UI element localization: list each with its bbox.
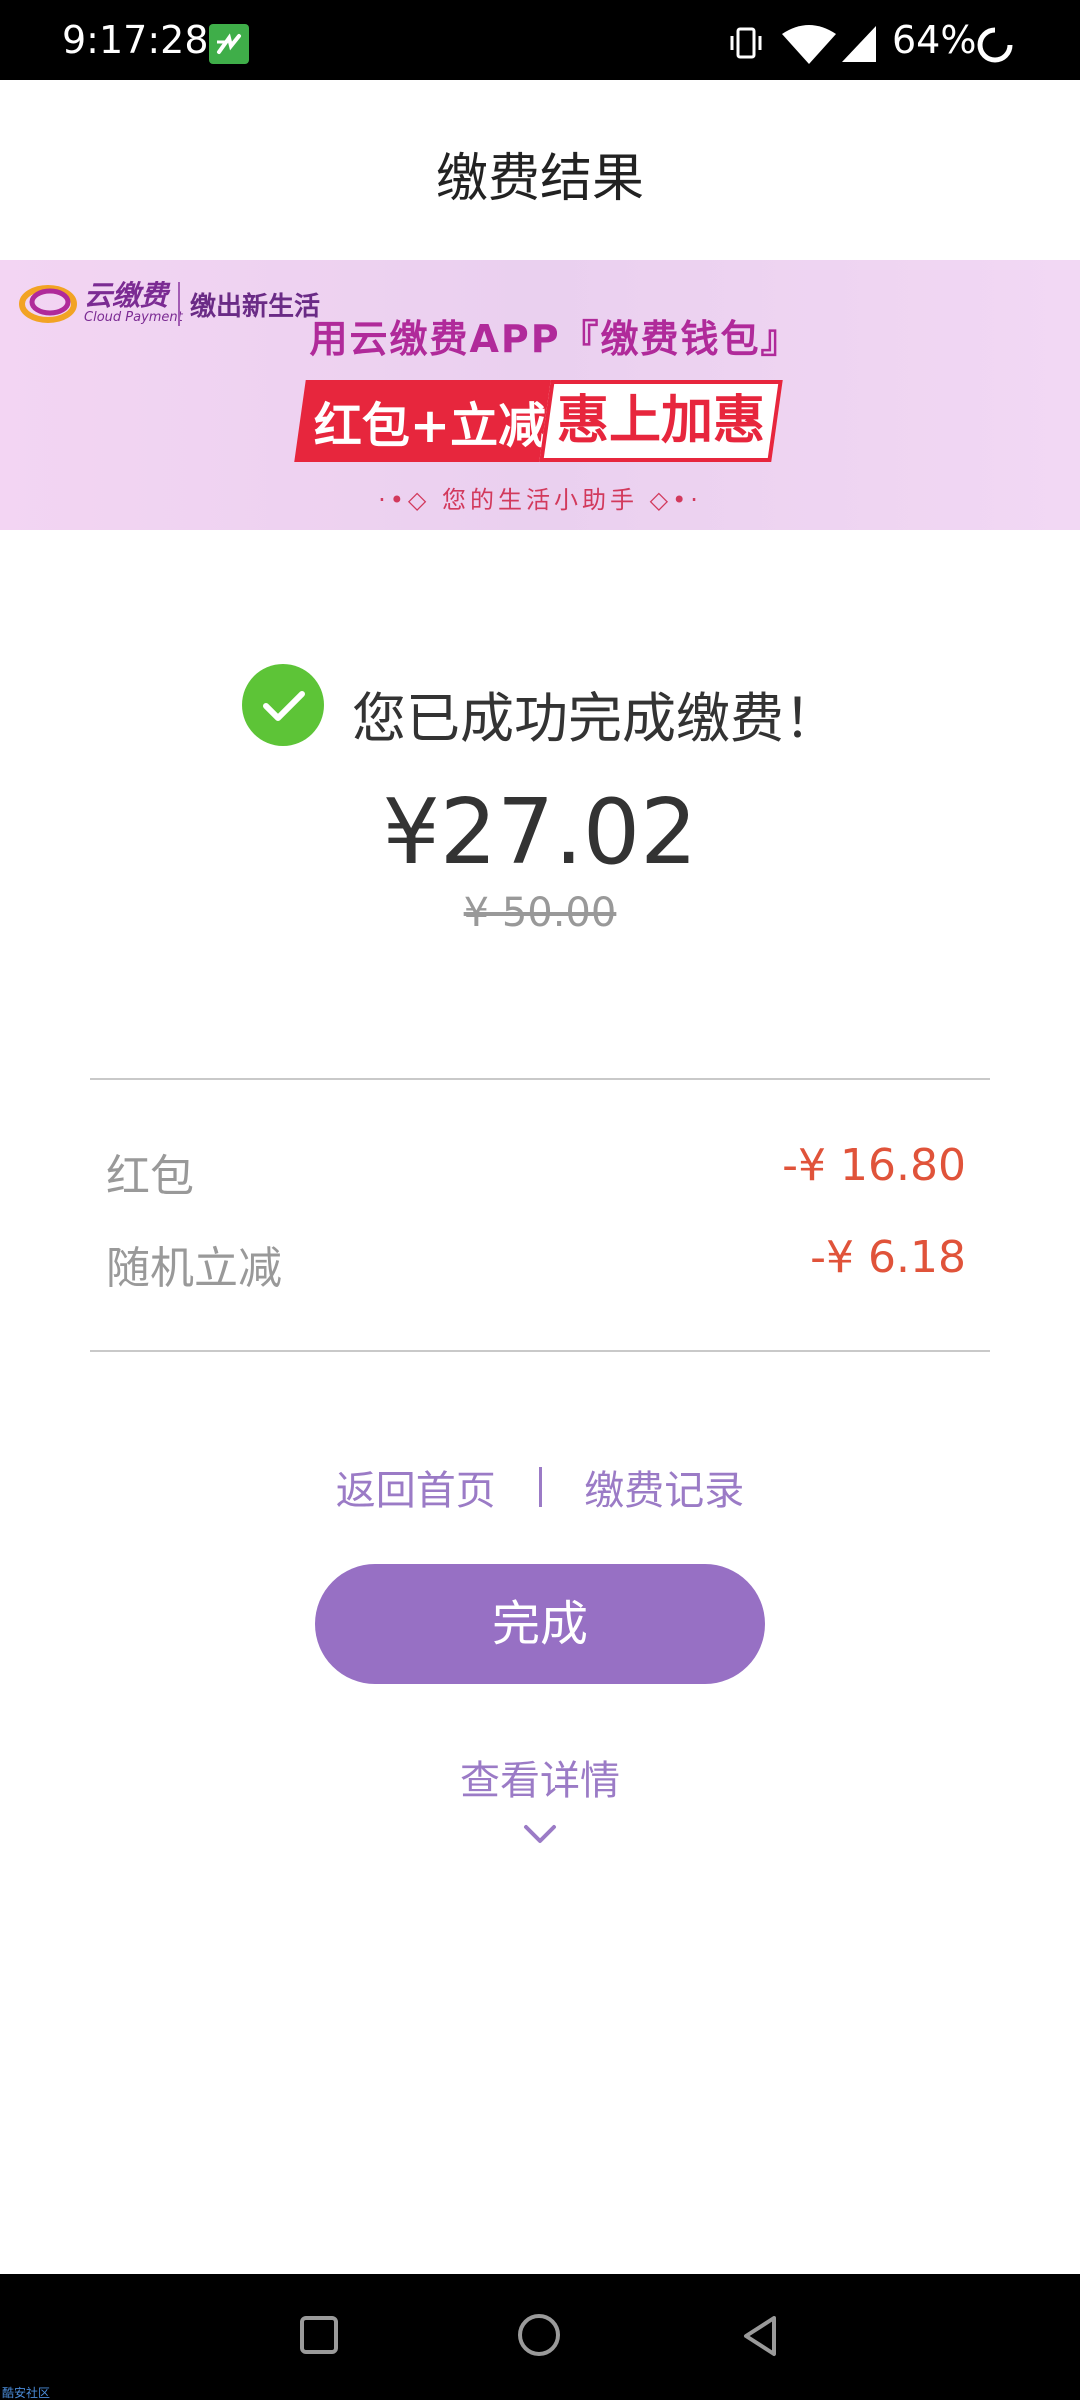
page-title: 缴费结果: [435, 149, 644, 209]
chevron-down-icon[interactable]: [523, 1822, 557, 1846]
vibrate-icon: [728, 26, 764, 60]
paid-amount: ¥27.02: [382, 780, 698, 885]
app-notification-icon: [209, 24, 249, 64]
battery-percent: 64%: [892, 18, 977, 62]
signal-icon: [842, 26, 876, 62]
divider-top: [90, 1078, 990, 1080]
banner-white-tag-text: 惠上加惠: [556, 391, 765, 451]
success-check-icon: [242, 664, 324, 746]
back-icon[interactable]: [740, 2314, 780, 2358]
payment-records-link[interactable]: 缴费记录: [584, 1458, 744, 1516]
status-bar: 9:17:28 64%: [0, 0, 1080, 80]
divider-bottom: [90, 1350, 990, 1352]
done-button[interactable]: 完成: [315, 1564, 765, 1684]
discount-label: 红包: [106, 1151, 194, 1202]
nav-links: 返回首页 缴费记录: [0, 1458, 1080, 1516]
discount-row-red-packet: 红包 -¥ 16.80: [106, 1140, 966, 1202]
link-separator: [538, 1467, 542, 1507]
view-details-link[interactable]: 查看详情: [0, 1748, 1080, 1806]
discount-value: -¥ 6.18: [810, 1232, 966, 1283]
watermark: 酷安社区: [2, 2386, 51, 2400]
status-time: 9:17:28: [62, 18, 209, 62]
discount-row-random-reduction: 随机立减 -¥ 6.18: [106, 1232, 966, 1294]
wifi-icon: [780, 24, 838, 64]
return-home-link[interactable]: 返回首页: [336, 1458, 496, 1516]
banner-headline: 用云缴费APP『缴费钱包』: [309, 317, 801, 361]
success-message: 您已成功完成缴费！: [352, 687, 838, 750]
original-amount: ¥ 50.00: [463, 890, 617, 936]
system-nav-bar: [0, 2274, 1080, 2400]
home-icon[interactable]: [518, 2314, 560, 2356]
discount-label: 随机立减: [106, 1243, 282, 1294]
promo-banner[interactable]: 云缴费 Cloud Payment 缴出新生活 用云缴费APP『缴费钱包』 红包…: [0, 260, 1080, 530]
recent-apps-icon[interactable]: [300, 2316, 338, 2354]
battery-saver-icon: [976, 26, 1014, 64]
banner-red-tag-text: 红包+立减: [313, 398, 547, 454]
discount-value: -¥ 16.80: [782, 1140, 966, 1191]
success-row: 您已成功完成缴费！: [0, 660, 1080, 750]
banner-subline: ·•◇ 您的生活小助手 ◇•·: [378, 486, 702, 514]
title-bar: 缴费结果: [0, 80, 1080, 260]
